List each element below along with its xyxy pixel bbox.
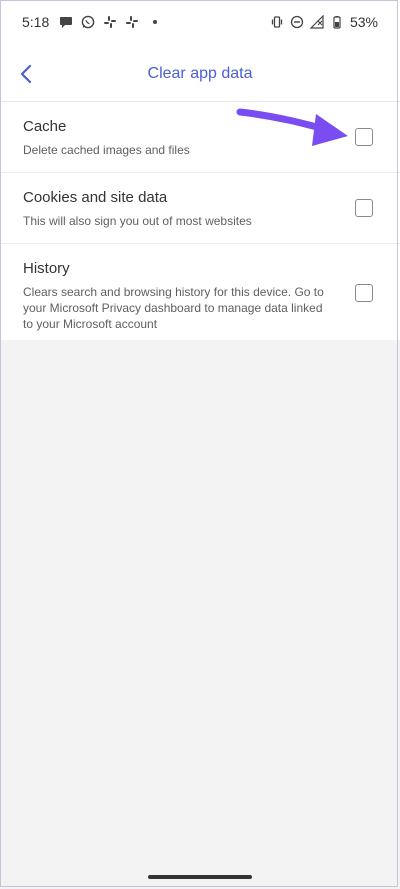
history-checkbox[interactable] [355, 284, 373, 302]
home-indicator[interactable] [148, 875, 252, 879]
cache-checkbox[interactable] [355, 128, 373, 146]
option-title: History [23, 260, 70, 277]
option-description: Clears search and browsing history for t… [23, 285, 324, 331]
slack-icon [103, 15, 117, 29]
annotation-arrow-icon [236, 108, 348, 146]
dnd-icon [290, 15, 304, 29]
status-left: 5:18 [22, 14, 158, 30]
option-title: Cookies and site data [23, 189, 168, 206]
whatsapp-icon [81, 15, 95, 29]
message-icon [59, 15, 73, 29]
cookies-checkbox[interactable] [355, 199, 373, 217]
page-title: Clear app data [147, 65, 253, 82]
vibrate-icon [270, 15, 284, 29]
battery-percent: 53% [349, 14, 378, 30]
signal-icon [309, 15, 324, 29]
status-time: 5:18 [22, 14, 50, 30]
battery-icon [330, 15, 344, 29]
status-right: 53% [270, 14, 378, 30]
option-description: This will also sign you out of most webs… [23, 214, 252, 228]
notification-dot [153, 20, 158, 24]
option-history[interactable]: History Clears search and browsing histo… [0, 244, 400, 340]
option-cookies[interactable]: Cookies and site data This will also sig… [0, 173, 400, 244]
slack-icon [125, 15, 139, 29]
app-bar: Clear app data [0, 46, 400, 102]
status-bar: 5:18 53% [0, 0, 400, 46]
